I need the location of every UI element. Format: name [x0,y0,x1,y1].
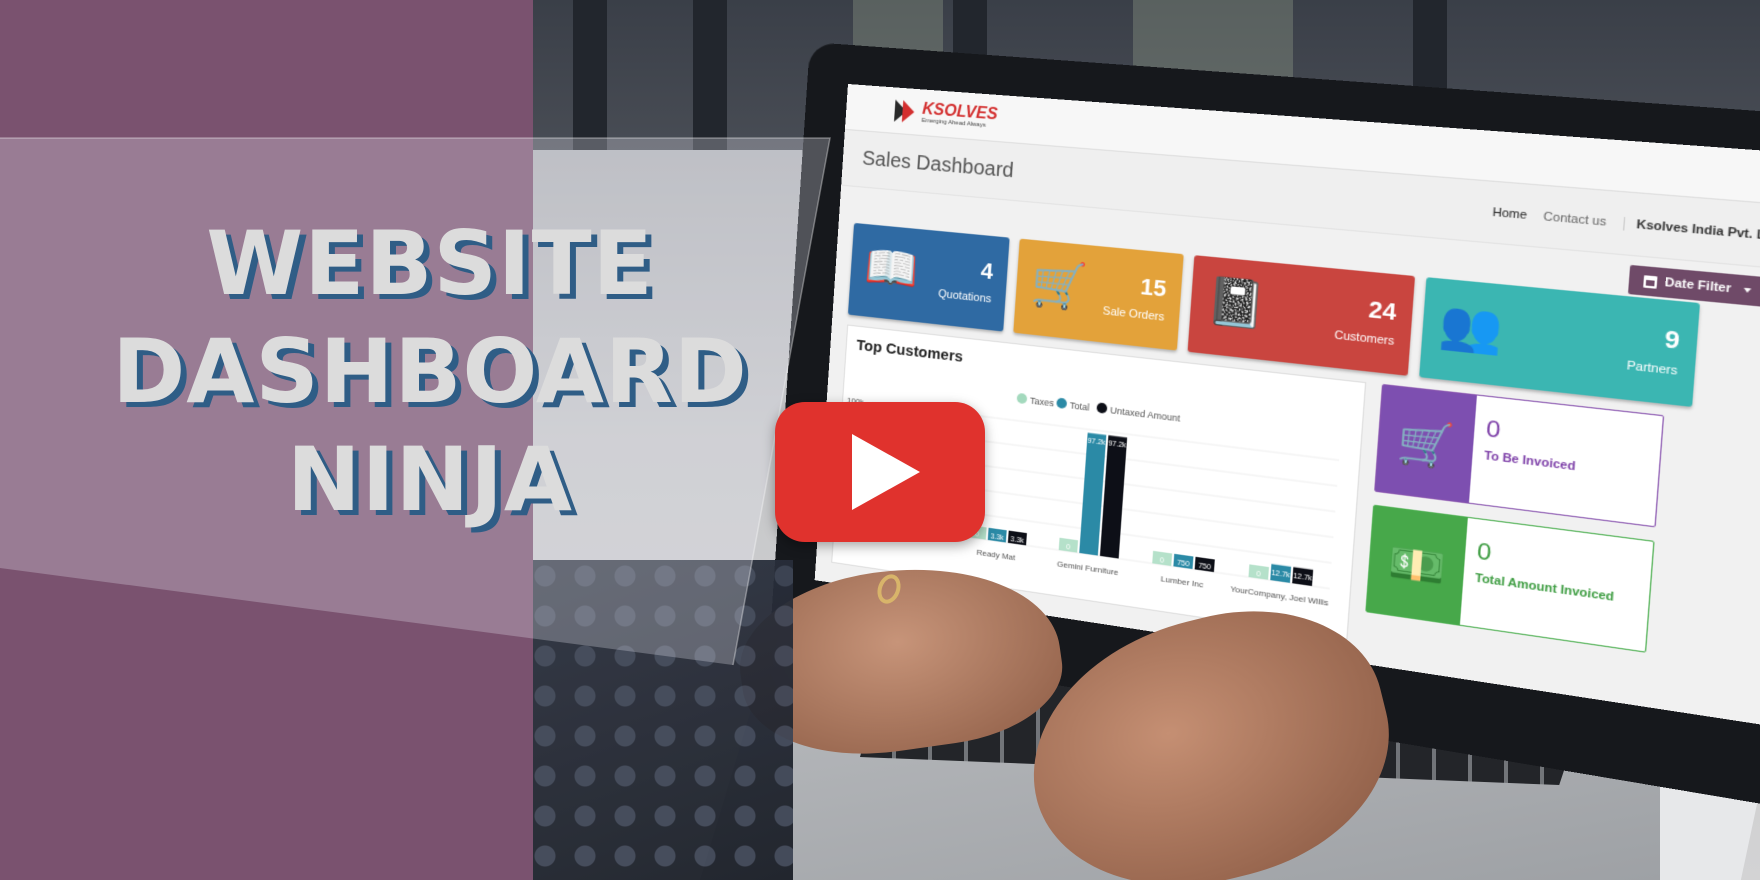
stat-label: To Be Invoiced [1483,449,1576,474]
x-tick-label: Gemini Furniture [1057,559,1119,577]
bar-value-label: 750 [1177,559,1190,568]
invoice-stats: 🛒 0 To Be Invoiced 💵 0 Total Amount Invo… [1363,383,1665,684]
ksolves-logo[interactable]: KSOLVES Emerging Ahead Always [894,99,998,129]
cart-icon: 🛒 [1029,257,1089,314]
page-title: Sales Dashboard [861,147,1015,183]
tile-value: 9 [1663,324,1681,355]
tile-label: Quotations [937,287,992,306]
nav-contact-link[interactable]: Contact us [1543,210,1607,229]
tile-value: 15 [1139,273,1168,302]
legend-swatch [1096,402,1108,414]
bar-value-label: 750 [1198,562,1211,571]
nav-home-link[interactable]: Home [1492,206,1527,222]
stat-to-be-invoiced[interactable]: 🛒 0 To Be Invoiced [1374,383,1665,528]
legend-swatch [1056,397,1068,410]
users-icon: 👥 [1437,297,1505,358]
headline-line-1: WEBSITE [206,212,654,315]
tile-quotations[interactable]: 📖 4 Quotations [847,222,1010,332]
nav-links: Home Contact us Ksolves India Pvt. Ltd [1492,206,1760,245]
bar-value-label: 0 [1066,544,1071,552]
x-tick-label: Lumber Inc [1160,574,1203,590]
company-name: Ksolves India Pvt. Ltd [1636,217,1760,244]
bar-value-label: 0 [1256,571,1261,579]
legend-label: Untaxed Amount [1110,405,1181,424]
ksolves-logo-mark-icon [894,99,917,123]
headline: WEBSITE DASHBOARD NINJA [0,210,860,534]
bar-value-label: 0 [1160,557,1165,565]
tile-label: Sale Orders [1102,304,1165,324]
headline-line-2: DASHBOARD [112,320,748,423]
play-icon [852,434,920,510]
tile-label: Partners [1626,359,1678,379]
tile-label: Customers [1334,328,1395,349]
company-dropdown[interactable]: Ksolves India Pvt. Ltd [1622,216,1760,245]
legend-swatch [1016,392,1028,405]
banknote-icon: 💵 [1366,505,1468,625]
calendar-icon [1643,274,1658,289]
stat-total-amount-invoiced[interactable]: 💵 0 Total Amount Invoiced [1365,504,1655,653]
cart-icon: 🛒 [1375,385,1477,503]
stat-value: 0 [1485,414,1502,444]
x-tick-label: YourCompany, Joel Willis [1230,584,1329,608]
x-tick-label: Ready Mat [976,547,1016,562]
legend-label: Total [1069,400,1089,413]
video-play-button[interactable] [775,402,985,542]
headline-line-3: NINJA [287,428,573,531]
legend-label: Taxes [1030,395,1055,408]
tile-sale-orders[interactable]: 🛒 15 Sale Orders [1013,238,1184,351]
tile-value: 4 [979,257,995,285]
contact-book-icon: 📓 [1204,274,1268,333]
book-icon: 📖 [863,241,920,296]
date-filter-label: Date Filter [1664,275,1732,296]
caret-down-icon [1743,287,1752,294]
tile-value: 24 [1367,295,1398,326]
